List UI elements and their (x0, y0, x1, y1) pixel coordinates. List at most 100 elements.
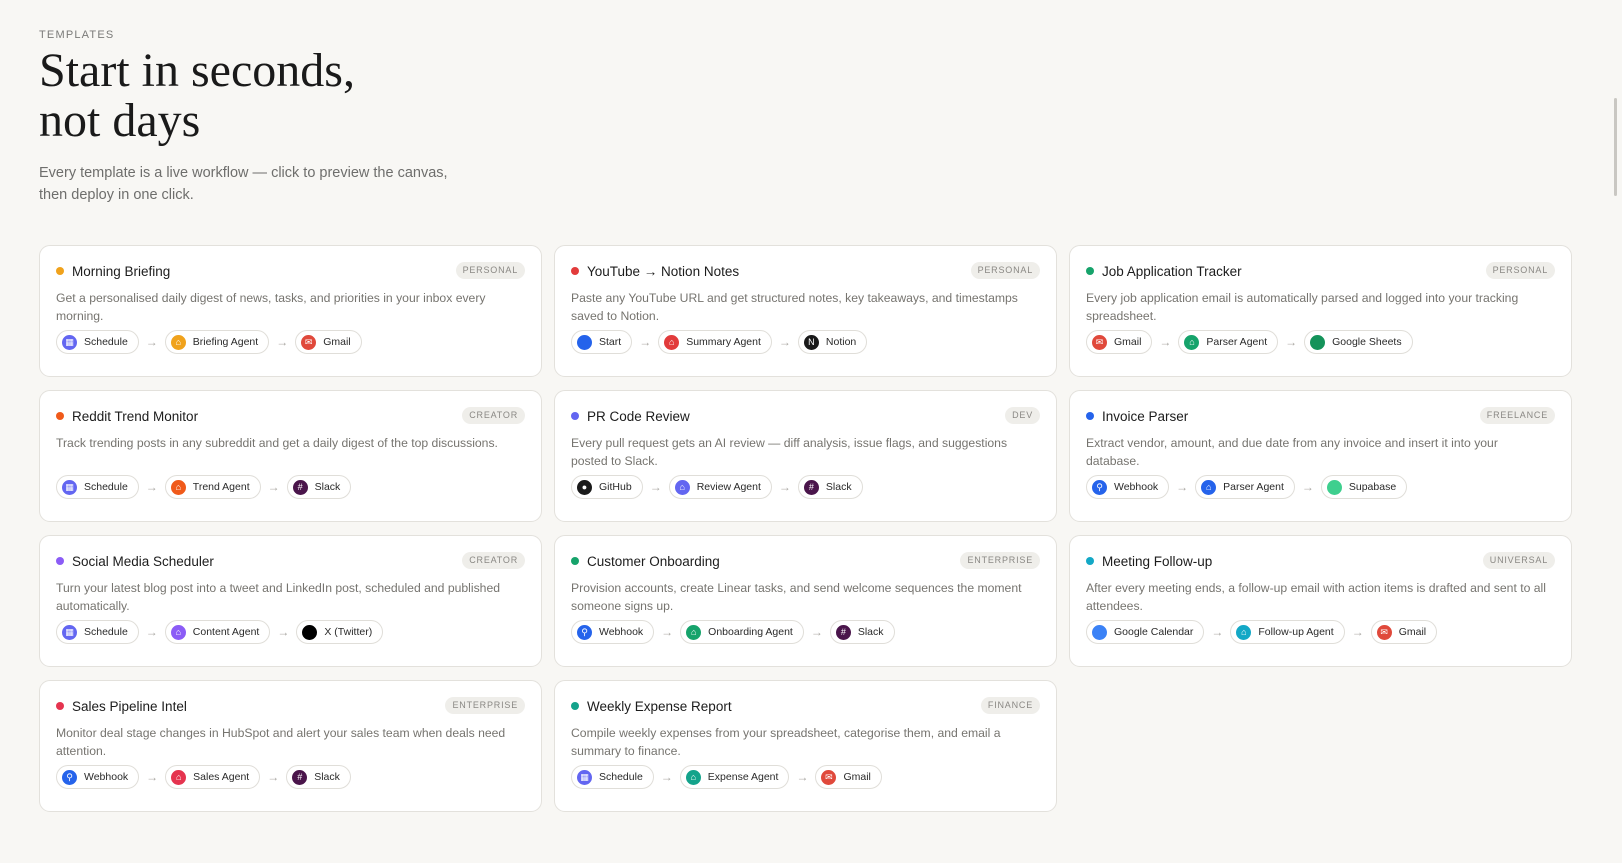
workflow-step-label: Schedule (84, 481, 128, 493)
robot-icon: ⌂ (664, 334, 680, 350)
template-description: Paste any YouTube URL and get structured… (571, 291, 1018, 323)
workflow-step-label: Slack (314, 771, 340, 783)
section-eyebrow: TEMPLATES (39, 29, 115, 41)
sheets-icon (1310, 334, 1326, 350)
workflow-step-chip: ⌂ Parser Agent (1178, 330, 1279, 354)
robot-icon: ⌂ (686, 624, 702, 640)
robot-icon: ⌂ (1201, 479, 1217, 495)
workflow-step-label: Summary Agent (686, 336, 761, 348)
calendar-icon: ▦ (577, 769, 592, 785)
workflow-step-label: Webhook (1114, 481, 1159, 493)
template-card-header: Morning Briefing (56, 261, 525, 281)
x-twitter-icon (302, 624, 318, 640)
webhook-icon: ⚲ (62, 769, 77, 785)
workflow-step-label: Review Agent (696, 481, 761, 493)
page-title: Start in seconds, not days (39, 46, 559, 146)
google-calendar-icon (1092, 624, 1107, 640)
template-card[interactable]: Invoice Parser FREELANCE Extract vendor, a… (1069, 390, 1572, 522)
workflow-steps: Start → ⌂ Summary Agent → N Notion (571, 330, 1040, 354)
gmail-icon: ✉ (1092, 334, 1107, 350)
template-card-header: YouTube → Notion Notes (571, 261, 1040, 281)
template-card[interactable]: PR Code Review DEV Every pull request gets… (554, 390, 1057, 522)
notion-icon: N (803, 334, 819, 350)
arrow-right-icon: → (267, 770, 280, 784)
category-badge: FINANCE (980, 697, 1040, 714)
template-card[interactable]: Meeting Follow-up UNIVERSAL After every me… (1069, 535, 1572, 667)
category-badge: PERSONAL (1485, 262, 1555, 279)
workflow-step-label: Parser Agent (1223, 481, 1284, 493)
slack-icon: # (292, 769, 308, 785)
template-title: Weekly Expense Report (587, 698, 732, 714)
workflow-step-chip: ⌂ Parser Agent (1195, 475, 1295, 499)
robot-icon: ⌂ (685, 769, 701, 785)
workflow-step-label: Sales Agent (193, 771, 250, 783)
workflow-step-label: Schedule (599, 771, 643, 783)
template-title: Invoice Parser (1102, 408, 1189, 424)
workflow-step-label: Supabase (1348, 481, 1397, 493)
workflow-step-label: Slack (314, 481, 341, 493)
workflow-step-chip: Google Sheets (1304, 330, 1413, 354)
workflow-step-label: Webhook (84, 771, 129, 783)
workflow-step-label: Start (599, 336, 622, 348)
arrow-right-icon: → (1285, 335, 1298, 349)
category-dot-icon (1086, 557, 1094, 565)
page-scrollbar[interactable] (1614, 98, 1617, 196)
arrow-right-icon: → (810, 625, 823, 639)
workflow-step-chip: ⌂ Expense Agent (679, 765, 790, 789)
robot-icon: ⌂ (170, 334, 186, 350)
workflow-step-label: X (Twitter) (324, 626, 373, 638)
template-card[interactable]: Social Media Scheduler CREATOR Turn your l… (39, 535, 542, 667)
workflow-step-chip: ⌂ Onboarding Agent (680, 620, 804, 644)
page-subtitle-line-2: then deploy in one click. (39, 187, 194, 203)
template-grid: Morning Briefing PERSONAL Get a personalis… (39, 245, 1572, 812)
workflow-steps: ● GitHub → ⌂ Review Agent → # Slack (571, 475, 1040, 499)
template-description: Compile weekly expenses from your spread… (571, 726, 1001, 758)
robot-icon: ⌂ (1184, 334, 1200, 350)
template-card[interactable]: Customer Onboarding ENTERPRISE Provision a… (554, 535, 1057, 667)
template-title: Reddit Trend Monitor (72, 408, 199, 424)
category-dot-icon (571, 412, 579, 420)
workflow-steps: ▦ Schedule → ⌂ Trend Agent → # Slack (56, 475, 525, 499)
category-dot-icon (56, 557, 64, 565)
workflow-step-label: Google Sheets (1332, 336, 1402, 348)
template-title: Job Application Tracker (1102, 263, 1242, 279)
category-dot-icon (1086, 267, 1094, 275)
workflow-step-chip: # Slack (286, 475, 352, 499)
category-badge: DEV (1005, 407, 1040, 424)
workflow-step-label: Google Calendar (1114, 626, 1194, 638)
template-title: Customer Onboarding (587, 553, 720, 569)
template-card[interactable]: Reddit Trend Monitor CREATOR Track trendin… (39, 390, 542, 522)
template-title: Social Media Scheduler (72, 553, 214, 569)
workflow-step-chip: ✉ Gmail (815, 765, 882, 789)
arrow-right-icon: → (1211, 625, 1224, 639)
page-title-line-1: Start in seconds, (39, 44, 355, 97)
page-title-line-2: not days (39, 94, 201, 147)
arrow-right-icon: → (661, 625, 674, 639)
workflow-step-label: Onboarding Agent (708, 626, 793, 638)
template-card-header: Weekly Expense Report (571, 696, 1040, 716)
robot-icon: ⌂ (170, 624, 186, 640)
category-dot-icon (571, 702, 579, 710)
template-card[interactable]: YouTube → Notion Notes PERSONAL Paste any … (554, 245, 1057, 377)
arrow-right-icon: → (1176, 480, 1189, 494)
template-description: Track trending posts in any subreddit an… (56, 436, 498, 450)
template-card[interactable]: Morning Briefing PERSONAL Get a personalis… (39, 245, 542, 377)
category-badge: CREATOR (462, 552, 525, 569)
category-dot-icon (1086, 412, 1094, 420)
robot-icon: ⌂ (1236, 624, 1252, 640)
workflow-step-label: GitHub (599, 481, 632, 493)
category-dot-icon (571, 267, 579, 275)
template-card[interactable]: Sales Pipeline Intel ENTERPRISE Monitor de… (39, 680, 542, 812)
template-card[interactable]: Weekly Expense Report FINANCE Compile week… (554, 680, 1057, 812)
workflow-step-label: Slack (825, 481, 852, 493)
workflow-step-chip: ▦ Schedule (571, 765, 654, 789)
template-title: Morning Briefing (72, 263, 171, 279)
template-card[interactable]: Job Application Tracker PERSONAL Every job… (1069, 245, 1572, 377)
workflow-step-chip: ⌂ Review Agent (668, 475, 772, 499)
workflow-step-label: Schedule (84, 336, 128, 348)
arrow-right-icon: → (639, 335, 652, 349)
category-badge: ENTERPRISE (960, 552, 1040, 569)
category-dot-icon (56, 267, 64, 275)
template-description: Every pull request gets an AI review — d… (571, 436, 1008, 468)
workflow-step-label: Parser Agent (1206, 336, 1268, 348)
